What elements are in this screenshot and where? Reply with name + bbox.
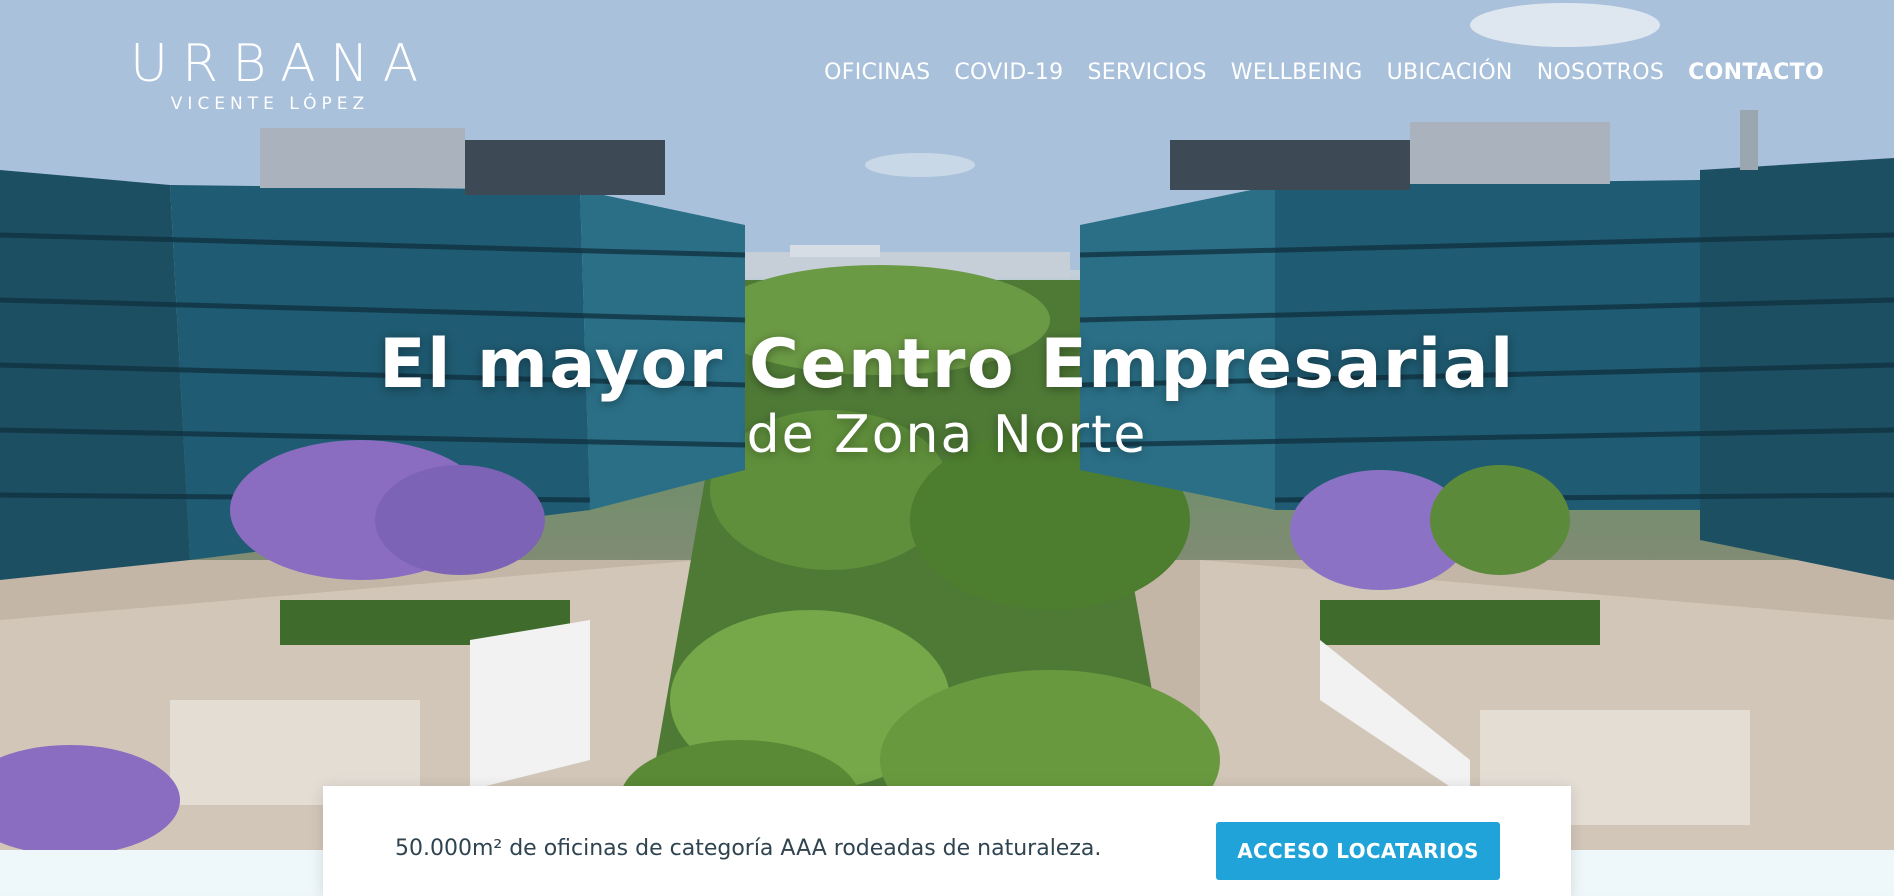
- nav-item-nosotros[interactable]: NOSOTROS: [1537, 60, 1664, 85]
- site-logo[interactable]: URBANA VICENTE LÓPEZ: [130, 34, 433, 114]
- nav-item-covid[interactable]: COVID-19: [954, 60, 1063, 85]
- logo-wordmark: URBANA: [130, 34, 433, 94]
- logo-subtitle: VICENTE LÓPEZ: [170, 94, 370, 114]
- info-tagline: 50.000m² de oficinas de categoría AAA ro…: [395, 836, 1102, 861]
- nav-item-ubicacion[interactable]: UBICACIÓN: [1387, 60, 1513, 85]
- hero-title: El mayor Centro Empresarial: [379, 325, 1515, 404]
- nav-item-wellbeing[interactable]: WELLBEING: [1231, 60, 1363, 85]
- nav-item-servicios[interactable]: SERVICIOS: [1087, 60, 1206, 85]
- nav-item-contacto[interactable]: CONTACTO: [1688, 60, 1824, 85]
- info-card: 50.000m² de oficinas de categoría AAA ro…: [323, 786, 1571, 896]
- nav-item-oficinas[interactable]: OFICINAS: [824, 60, 930, 85]
- main-nav: OFICINAS COVID-19 SERVICIOS WELLBEING UB…: [824, 60, 1824, 85]
- tenant-access-button[interactable]: ACCESO LOCATARIOS: [1216, 822, 1500, 880]
- hero-subtitle: de Zona Norte: [746, 405, 1148, 465]
